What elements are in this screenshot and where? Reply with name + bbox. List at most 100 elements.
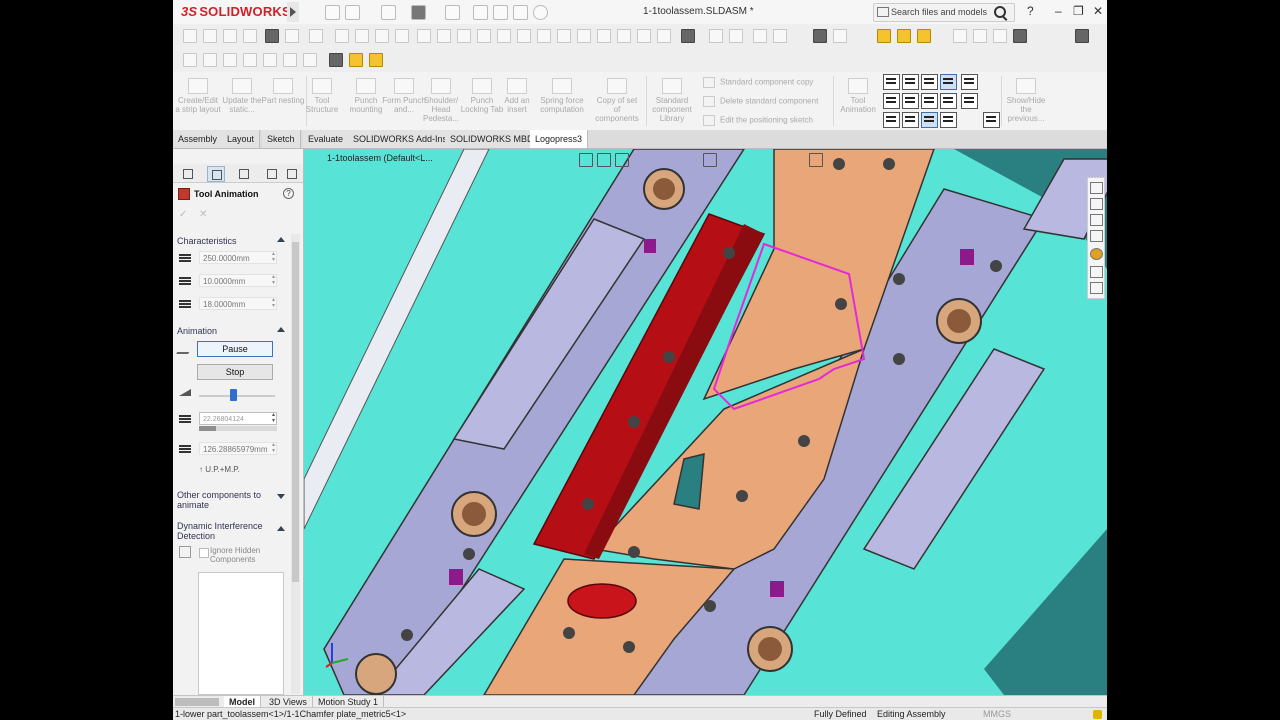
grid-tool-icon[interactable]	[983, 112, 1000, 128]
feature-breadcrumb[interactable]: 1-1toolassem (Default<L...	[327, 153, 433, 163]
cancel-button[interactable]: ✕	[199, 209, 207, 220]
grid-tool-icon[interactable]	[902, 93, 919, 109]
slider-thumb[interactable]	[230, 389, 238, 401]
forum-icon[interactable]	[1090, 282, 1103, 294]
panel-scrollbar[interactable]	[291, 234, 300, 694]
ignore-hidden-checkbox[interactable]	[199, 548, 209, 558]
section-other-components[interactable]: Other components to animate	[177, 490, 267, 510]
toolbar-icon[interactable]	[437, 29, 451, 43]
toolbar-icon[interactable]	[709, 29, 723, 43]
toolbar-icon[interactable]	[537, 29, 551, 43]
toolbar-icon[interactable]	[637, 29, 651, 43]
toolbar-icon[interactable]	[517, 29, 531, 43]
configuration-tab-icon[interactable]	[235, 166, 251, 180]
grid-tool-icon[interactable]	[902, 74, 919, 90]
cmd-shoulder-head[interactable]: Shoulder/ Head Pedesta...	[418, 78, 464, 123]
speed-slider[interactable]	[199, 389, 275, 401]
toolbar-icon[interactable]	[223, 29, 237, 43]
pause-button[interactable]: Pause	[197, 341, 273, 357]
grid-tool-icon[interactable]	[940, 93, 957, 109]
home-icon[interactable]	[1090, 182, 1103, 194]
section-characteristics[interactable]: Characteristics	[177, 236, 237, 246]
tab-scroll-icon[interactable]	[175, 698, 219, 706]
toolbar-icon[interactable]	[375, 29, 389, 43]
toolbar-icon[interactable]	[395, 29, 409, 43]
grid-tool-icon[interactable]	[921, 112, 938, 128]
view-orientation-icon[interactable]	[703, 153, 717, 167]
toolbar-icon[interactable]	[335, 29, 349, 43]
toolbar-icon[interactable]	[681, 29, 695, 43]
toolbar-icon[interactable]	[477, 29, 491, 43]
file-properties-icon[interactable]	[513, 5, 528, 20]
zoom-fit-icon[interactable]	[579, 153, 593, 167]
toolbar-icon[interactable]	[557, 29, 571, 43]
grid-tool-icon[interactable]	[883, 74, 900, 90]
search-icon[interactable]	[994, 6, 1006, 18]
expand-chevron-icon[interactable]	[277, 494, 285, 499]
tab-sketch[interactable]: Sketch	[262, 130, 301, 148]
cmd-standard-library[interactable]: Standard component Library	[649, 78, 695, 123]
tab-addins[interactable]: SOLIDWORKS Add-Ins	[348, 130, 454, 148]
section-interference[interactable]: Dynamic Interference Detection	[177, 521, 267, 541]
minimize-button[interactable]: –	[1055, 4, 1062, 18]
resources-icon[interactable]	[1090, 198, 1103, 210]
save-icon[interactable]	[381, 5, 396, 20]
spin-icon[interactable]: ▴ ▾	[272, 274, 278, 286]
display-settings-icon[interactable]	[809, 153, 823, 167]
spin-icon[interactable]: ▴ ▾	[272, 412, 278, 424]
toolbar-icon[interactable]	[773, 29, 787, 43]
search-box[interactable]: Search files and models	[873, 3, 1015, 22]
toolbar-icon[interactable]	[183, 29, 197, 43]
cmd-update-static[interactable]: Update the static...	[219, 78, 265, 114]
grid-tool-icon[interactable]	[883, 112, 900, 128]
grid-tool-icon[interactable]	[883, 93, 900, 109]
open-doc-icon[interactable]	[345, 5, 360, 20]
select-icon[interactable]	[493, 5, 508, 20]
collapse-chevron-icon[interactable]	[277, 327, 285, 332]
grid-tool-icon[interactable]	[902, 112, 919, 128]
toolbar-icon[interactable]	[457, 29, 471, 43]
toolbar-icon[interactable]	[223, 53, 237, 67]
rebuild-status-icon[interactable]	[1093, 710, 1102, 719]
cmd-spring-force[interactable]: Spring force computation	[539, 78, 585, 114]
cmd-copy-components[interactable]: Copy of set of components	[594, 78, 640, 123]
toolbar-icon[interactable]	[203, 53, 217, 67]
tab-mbd[interactable]: SOLIDWORKS MBD	[445, 130, 540, 148]
height-field[interactable]: 18.0000mm	[199, 297, 277, 310]
grid-tool-icon[interactable]	[940, 112, 957, 128]
toolbar-icon[interactable]	[1013, 29, 1027, 43]
previous-view-icon[interactable]	[615, 153, 629, 167]
toolbar-icon[interactable]	[329, 53, 343, 67]
tab-layout[interactable]: Layout	[222, 130, 261, 148]
stop-button[interactable]: Stop	[197, 364, 273, 380]
cmd-edit-sketch[interactable]: Edit the positioning sketch	[703, 115, 813, 126]
collapse-chevron-icon[interactable]	[277, 526, 285, 531]
toolbar-icon[interactable]	[577, 29, 591, 43]
toolbar-icon[interactable]	[243, 53, 257, 67]
search-scope-icon[interactable]	[877, 7, 889, 17]
close-button[interactable]: ✕	[1093, 4, 1103, 18]
grid-tool-icon[interactable]	[921, 93, 938, 109]
length-field[interactable]: 250.0000mm	[199, 251, 277, 264]
toolbar-icon[interactable]	[1075, 29, 1089, 43]
custom-properties-icon[interactable]	[1090, 266, 1103, 278]
toolbar-icon[interactable]	[349, 53, 363, 67]
toolbar-icon[interactable]	[243, 29, 257, 43]
toolbar-icon[interactable]	[813, 29, 827, 43]
toolbar-icon[interactable]	[917, 29, 931, 43]
distance-field[interactable]: 126.28865979mm	[199, 442, 277, 455]
toolbar-icon[interactable]	[973, 29, 987, 43]
new-doc-icon[interactable]	[325, 5, 340, 20]
file-explorer-icon[interactable]	[1090, 230, 1103, 242]
toolbar-icon[interactable]	[265, 29, 279, 43]
toolbar-icon[interactable]	[597, 29, 611, 43]
toolbar-icon[interactable]	[355, 29, 369, 43]
toolbar-icon[interactable]	[993, 29, 1007, 43]
toolbar-icon[interactable]	[657, 29, 671, 43]
toolbar-icon[interactable]	[897, 29, 911, 43]
spin-icon[interactable]: ▴ ▾	[272, 442, 278, 454]
interference-results-list[interactable]	[198, 572, 284, 695]
toolbar-icon[interactable]	[729, 29, 743, 43]
toolbar-icon[interactable]	[497, 29, 511, 43]
cmd-add-insert[interactable]: Add an insert	[494, 78, 540, 114]
